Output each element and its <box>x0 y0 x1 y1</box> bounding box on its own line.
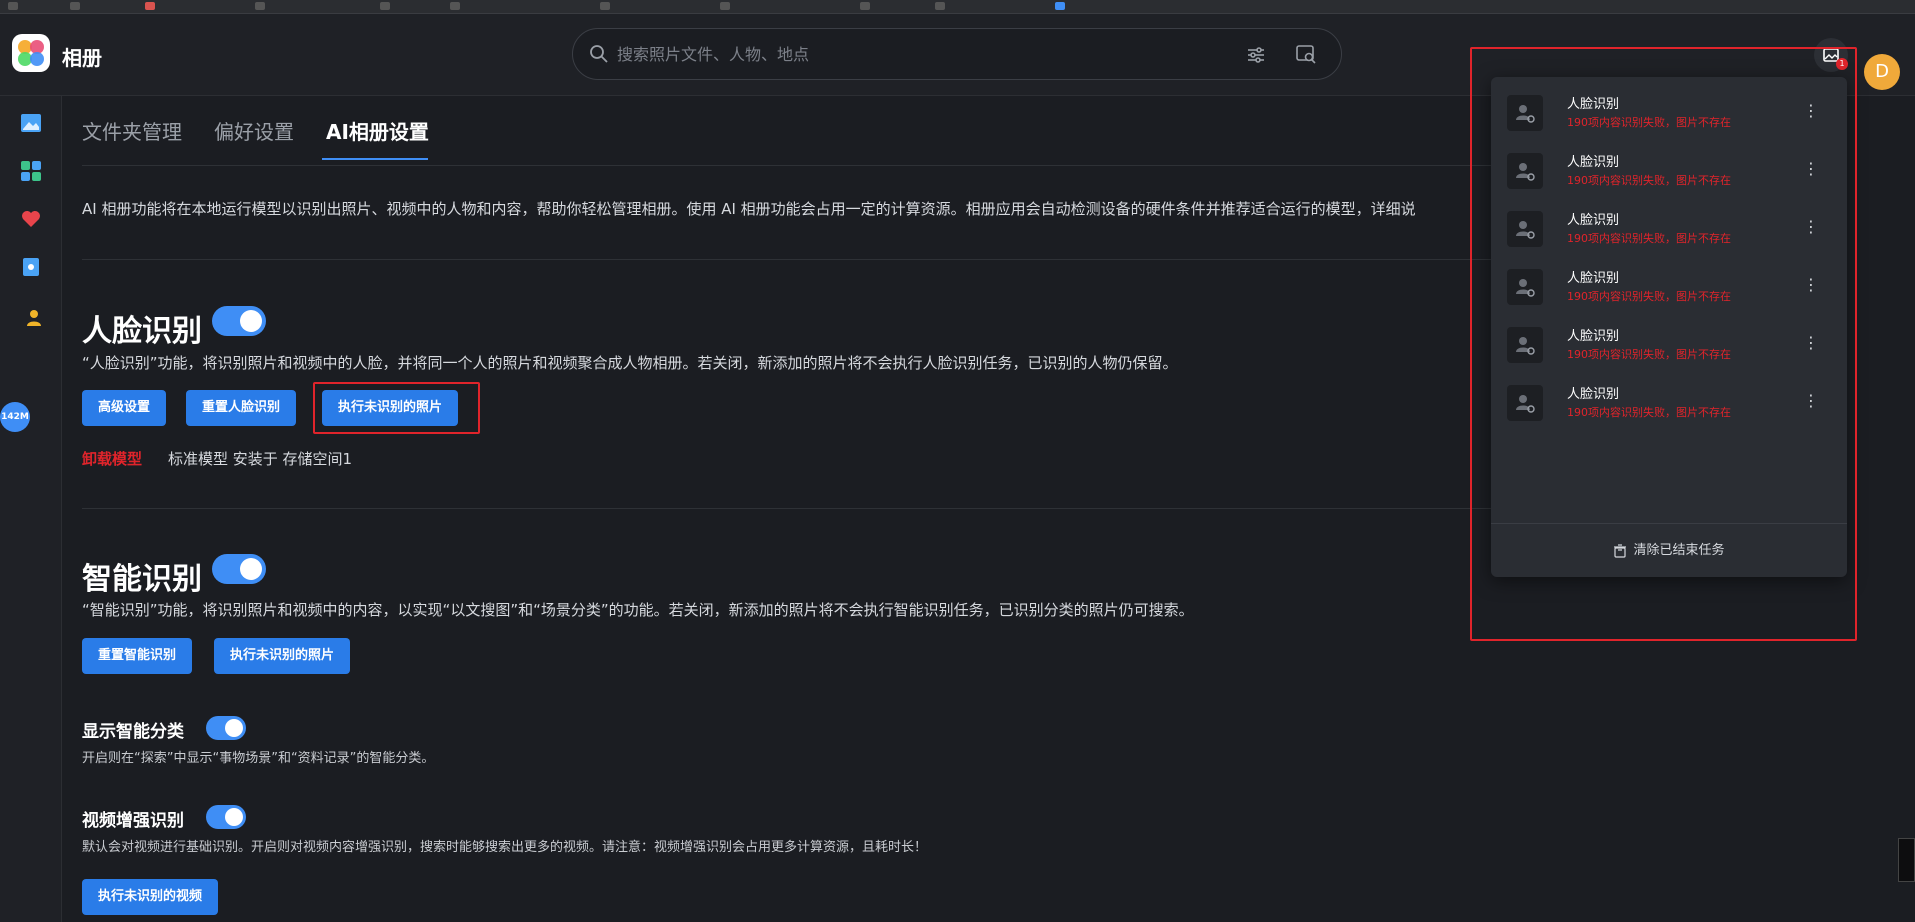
tab-icon[interactable] <box>70 2 80 10</box>
tab-folder-management[interactable]: 文件夹管理 <box>82 116 182 145</box>
image-search-icon[interactable] <box>1295 43 1317 65</box>
face-recognition-toggle[interactable] <box>212 306 266 336</box>
tab-icon[interactable] <box>935 2 945 10</box>
corner-widget <box>1898 838 1915 882</box>
filter-sliders-icon[interactable] <box>1245 44 1267 66</box>
video-enhanced-toggle[interactable] <box>206 805 246 829</box>
albums-nav-icon[interactable] <box>20 160 42 182</box>
run-unrecognized-photos-smart-button[interactable]: 执行未识别的照片 <box>214 638 351 674</box>
active-tab-underline <box>322 158 428 160</box>
video-enhanced-desc: 默认会对视频进行基础识别。开启则对视频内容增强识别，搜索时能够搜索出更多的视频。… <box>82 840 928 855</box>
show-smart-category-toggle[interactable] <box>206 716 246 740</box>
smart-recognition-toggle[interactable] <box>212 554 266 584</box>
video-enhanced-title: 视频增强识别 <box>82 811 184 831</box>
search-icon <box>590 45 608 63</box>
tab-icon[interactable] <box>600 2 610 10</box>
advanced-settings-button[interactable]: 高级设置 <box>82 390 167 426</box>
show-smart-category-desc: 开启则在“探索”中显示“事物场景”和“资料记录”的智能分类。 <box>82 751 435 766</box>
search-bar[interactable] <box>572 28 1342 80</box>
smart-recognition-title: 智能识别 <box>82 562 202 597</box>
highlight-box <box>1470 47 1857 641</box>
user-avatar[interactable]: D <box>1864 54 1900 90</box>
tab-ai-album-settings[interactable]: AI相册设置 <box>326 116 429 145</box>
tab-icon[interactable] <box>1055 2 1065 10</box>
model-info-text: 标准模型 安装于 存储空间1 <box>168 450 353 468</box>
run-unrecognized-videos-button[interactable]: 执行未识别的视频 <box>82 879 219 915</box>
smart-recognition-desc: “智能识别”功能，将识别照片和视频中的内容，以实现“以文搜图”和“场景分类”的功… <box>82 601 1194 619</box>
people-nav-icon[interactable] <box>20 306 42 328</box>
left-nav-rail: 142M <box>0 96 62 922</box>
tab-icon[interactable] <box>255 2 265 10</box>
reset-face-recognition-button[interactable]: 重置人脸识别 <box>186 390 297 426</box>
tab-icon[interactable] <box>860 2 870 10</box>
shared-album-icon[interactable] <box>20 256 42 278</box>
face-recognition-title: 人脸识别 <box>82 314 202 349</box>
face-recognition-desc: “人脸识别”功能，将识别照片和视频中的人脸，并将同一个人的照片和视频聚合成人物相… <box>82 354 1178 372</box>
search-input[interactable] <box>617 41 1217 67</box>
photos-nav-icon[interactable] <box>20 112 42 134</box>
app-title: 相册 <box>62 46 102 70</box>
tab-preferences[interactable]: 偏好设置 <box>214 116 294 145</box>
browser-tab-strip <box>0 0 1915 14</box>
show-smart-category-title: 显示智能分类 <box>82 722 184 742</box>
highlight-box <box>313 382 480 434</box>
photos-logo-icon <box>12 34 50 72</box>
tab-icon[interactable] <box>145 2 155 10</box>
tab-icon[interactable] <box>720 2 730 10</box>
uninstall-model-link[interactable]: 卸载模型 <box>82 448 142 469</box>
reset-smart-recognition-button[interactable]: 重置智能识别 <box>82 638 193 674</box>
tab-icon[interactable] <box>450 2 460 10</box>
favorites-heart-icon[interactable] <box>20 208 42 230</box>
storage-usage-badge[interactable]: 142M <box>0 402 30 432</box>
tab-icon[interactable] <box>380 2 390 10</box>
tab-icon[interactable] <box>8 2 18 10</box>
